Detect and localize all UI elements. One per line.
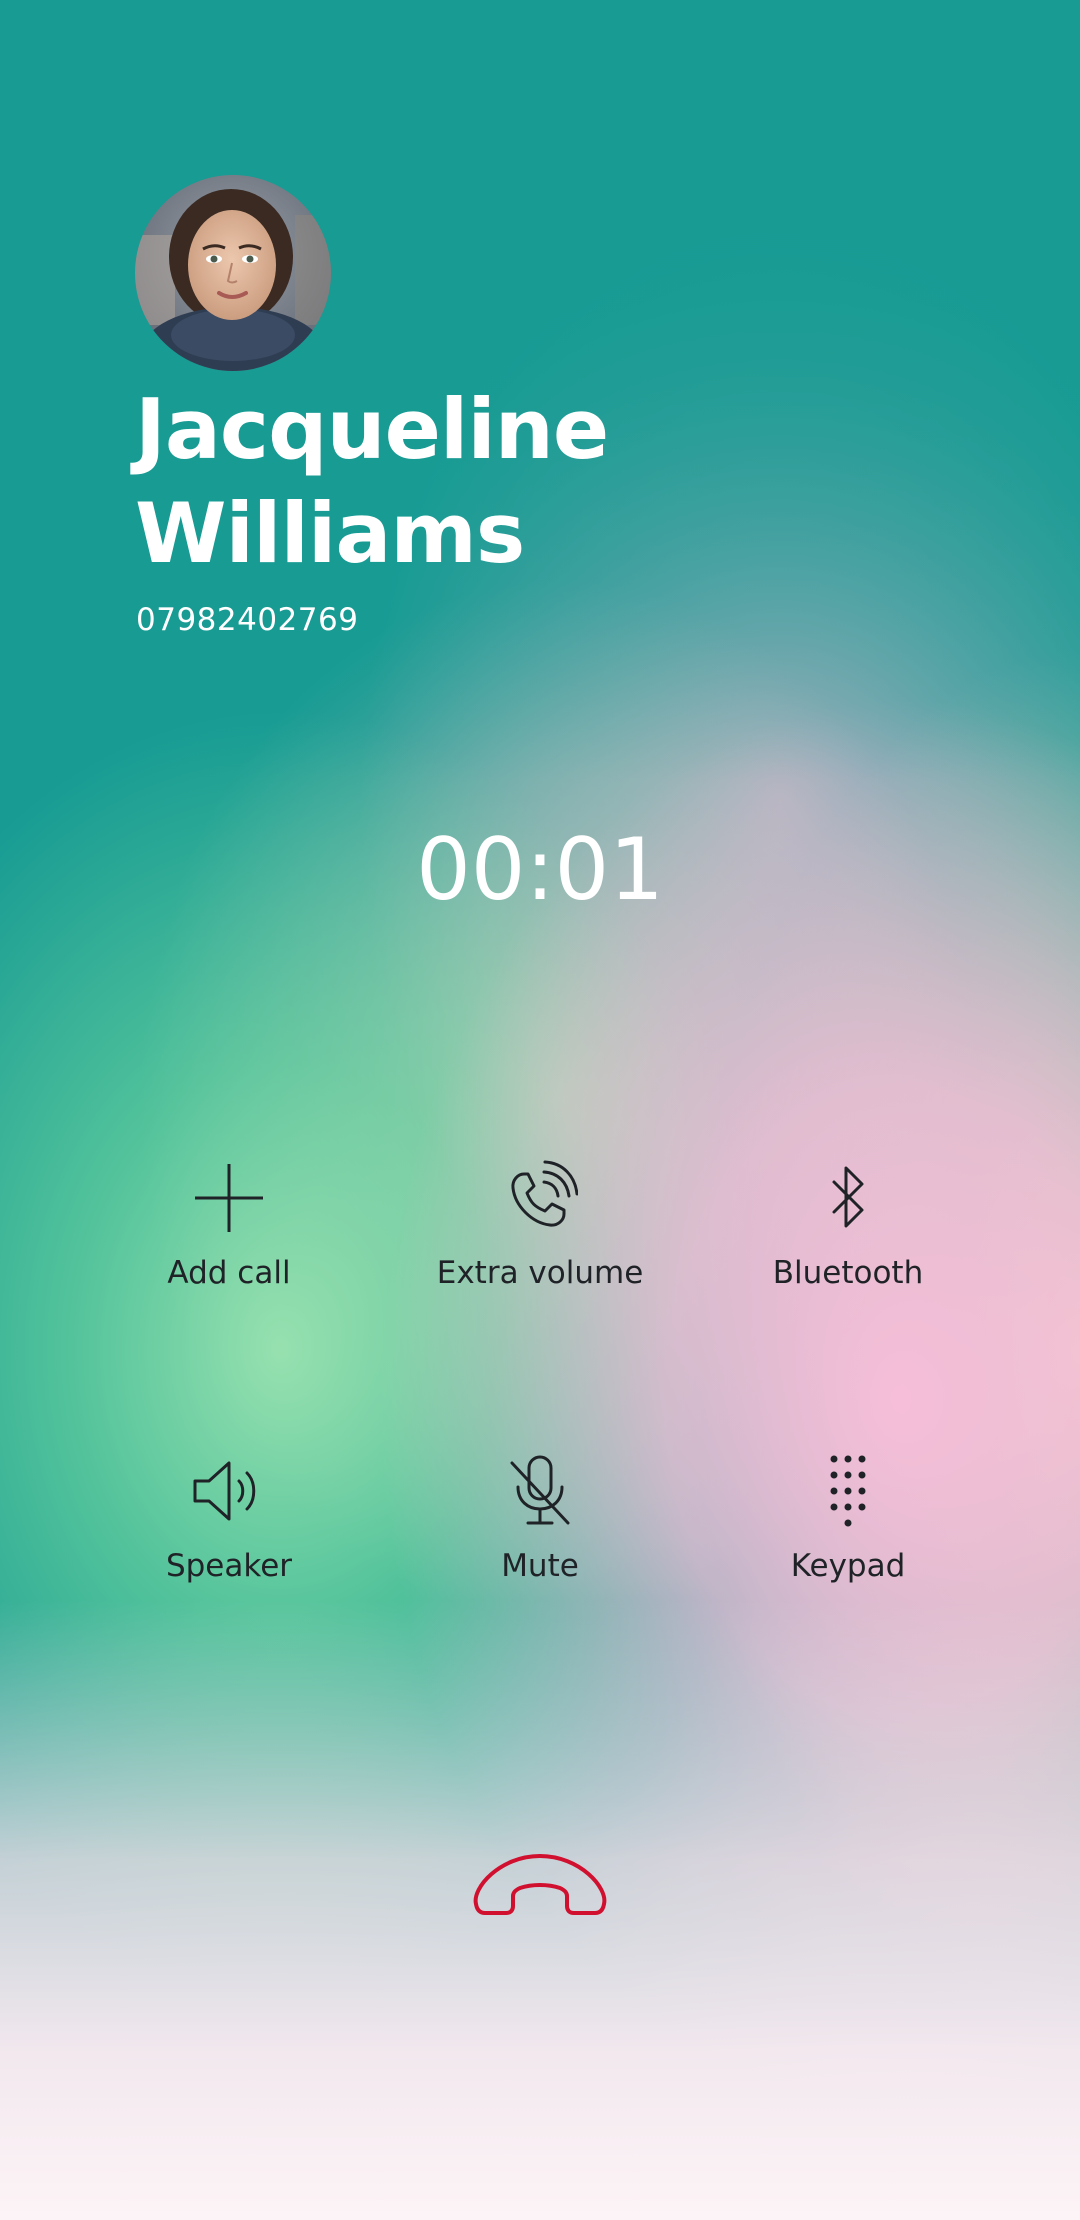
- mute-button[interactable]: Mute: [390, 1453, 690, 1613]
- add-call-label: Add call: [167, 1255, 291, 1291]
- extra-volume-button[interactable]: Extra volume: [390, 1160, 690, 1320]
- call-timer: 00:01: [416, 820, 664, 920]
- bluetooth-button[interactable]: Bluetooth: [698, 1160, 998, 1320]
- caller-last-name: Williams: [135, 485, 525, 582]
- keypad-icon: [810, 1453, 886, 1529]
- keypad-button[interactable]: Keypad: [698, 1453, 998, 1613]
- caller-first-name: Jacqueline: [135, 381, 609, 478]
- bluetooth-label: Bluetooth: [772, 1255, 924, 1291]
- plus-icon: [191, 1160, 267, 1236]
- add-call-button[interactable]: Add call: [79, 1160, 379, 1320]
- speaker-button[interactable]: Speaker: [79, 1453, 379, 1613]
- phone-volume-icon: [502, 1160, 578, 1236]
- mute-label: Mute: [501, 1548, 579, 1584]
- extra-volume-label: Extra volume: [436, 1255, 644, 1291]
- speaker-label: Speaker: [165, 1548, 293, 1584]
- mic-off-icon: [502, 1453, 578, 1529]
- caller-number: 07982402769: [136, 602, 359, 638]
- keypad-label: Keypad: [790, 1548, 906, 1584]
- call-screen: Jacqueline Williams 07982402769 00:01 Ad…: [0, 0, 1080, 2220]
- bluetooth-icon: [810, 1160, 886, 1236]
- end-call-icon: [473, 1854, 607, 1915]
- speaker-icon: [191, 1453, 267, 1529]
- end-call-button[interactable]: [460, 1830, 620, 1950]
- caller-name: Jacqueline Williams: [135, 378, 935, 586]
- caller-avatar: [135, 175, 331, 371]
